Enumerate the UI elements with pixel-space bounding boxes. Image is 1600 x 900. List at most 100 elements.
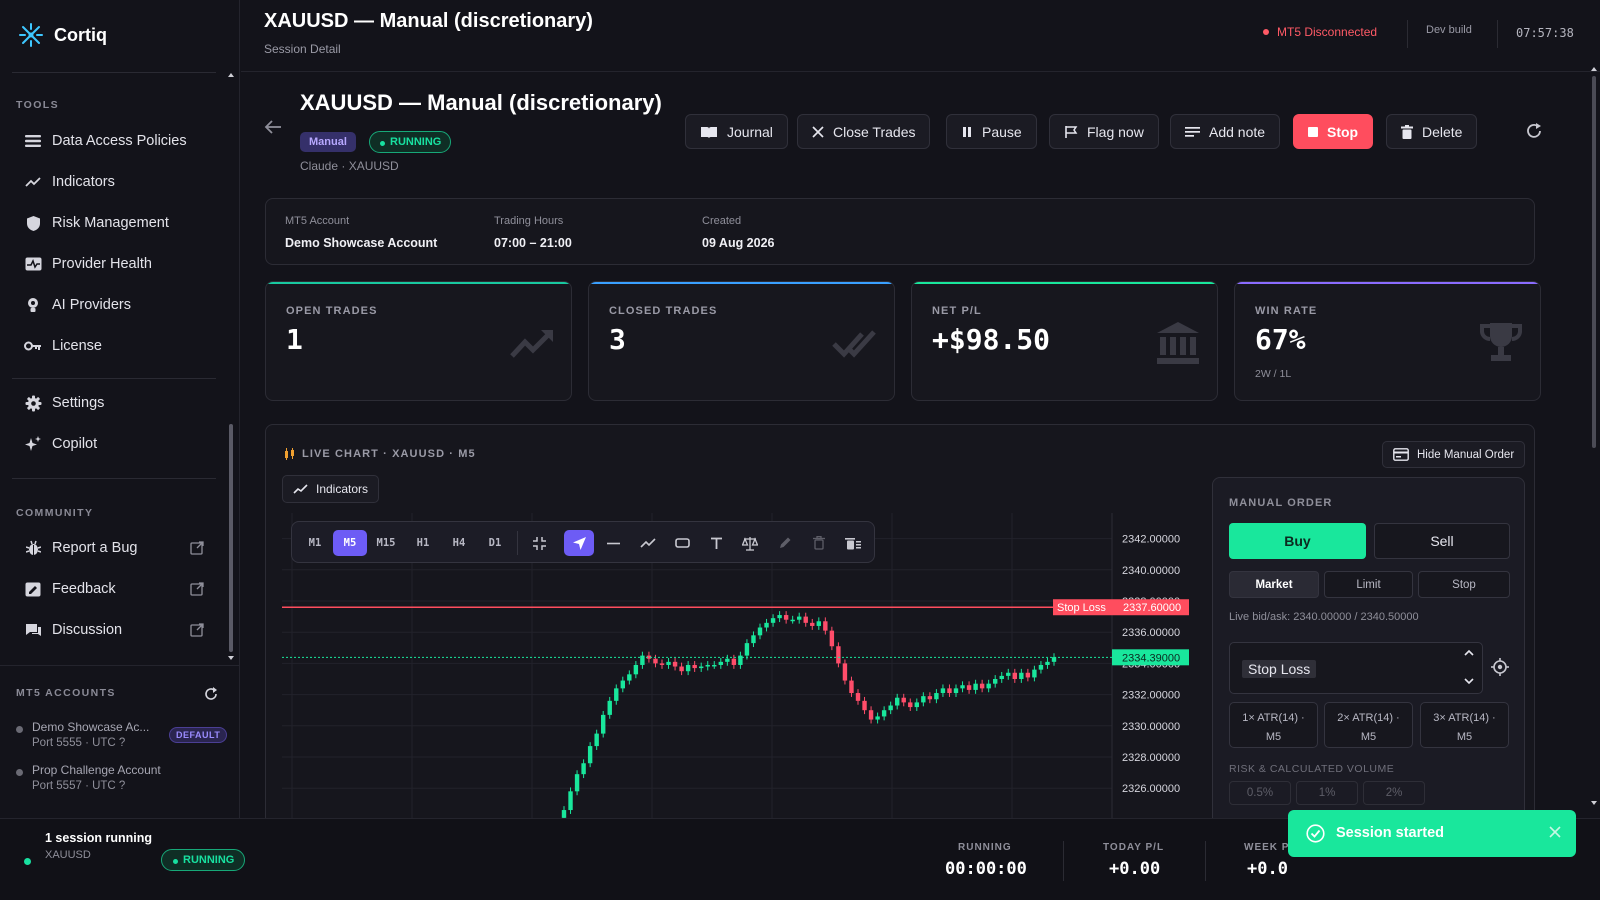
tf-h4-button[interactable]: H4 (442, 530, 476, 556)
trending-up-icon (510, 330, 553, 358)
clear-drawings-tool[interactable] (838, 530, 868, 556)
rectangle-tool[interactable] (667, 530, 697, 556)
sidebar-item-license[interactable]: License (24, 335, 102, 357)
sidebar-item-risk-management[interactable]: Risk Management (24, 212, 169, 234)
delete-drawing-tool[interactable] (804, 530, 834, 556)
trend-line-icon (640, 538, 656, 548)
delete-button[interactable]: Delete (1386, 114, 1478, 149)
horizontal-line-tool[interactable] (598, 530, 628, 556)
hide-manual-order-button[interactable]: Hide Manual Order (1382, 441, 1526, 468)
order-tab-market[interactable]: Market (1229, 571, 1319, 598)
risk-1-button[interactable]: 1% (1296, 781, 1358, 805)
sidebar-item-copilot[interactable]: Copilot (24, 433, 97, 455)
account-port: Port 5557 · UTC ? (32, 780, 126, 792)
tf-d1-button[interactable]: D1 (478, 530, 512, 556)
trend-line-tool[interactable] (633, 530, 663, 556)
trophy-icon (1480, 323, 1522, 361)
scrollbar-thumb[interactable] (229, 424, 233, 652)
chevron-up-icon[interactable] (1464, 649, 1474, 657)
candles-icon (285, 448, 294, 460)
journal-button[interactable]: Journal (685, 114, 788, 149)
chat-icon (24, 621, 42, 639)
external-link-icon[interactable] (190, 623, 204, 637)
candle-body (712, 664, 717, 667)
atr-2x-button[interactable]: 2× ATR(14) · M5 (1324, 702, 1413, 748)
scroll-down-icon[interactable] (1591, 800, 1597, 806)
live-chart-card: LIVE CHART · XAUUSD · M5 Indicators Hide… (265, 424, 1535, 818)
scrollbar-thumb[interactable] (1592, 76, 1596, 448)
cursor-arrow-icon (572, 536, 586, 550)
back-arrow-icon[interactable] (263, 117, 283, 137)
sidebar-item-report-a-bug[interactable]: Report a Bug (24, 537, 137, 559)
tf-m1-button[interactable]: M1 (298, 530, 332, 556)
external-link-icon[interactable] (190, 541, 204, 555)
buy-button[interactable]: Buy (1229, 523, 1366, 559)
risk-0-5-button[interactable]: 0.5% (1229, 781, 1291, 805)
divider (12, 478, 216, 479)
brand[interactable]: Cortiq (18, 22, 107, 48)
order-tab-stop[interactable]: Stop (1418, 571, 1510, 598)
tf-m15-button[interactable]: M15 (369, 530, 403, 556)
pause-button[interactable]: Pause (946, 114, 1037, 149)
chevron-down-icon[interactable] (1464, 677, 1474, 685)
sidebar-item-feedback[interactable]: Feedback (24, 578, 116, 600)
list-icon (24, 132, 42, 150)
sidebar-item-provider-health[interactable]: Provider Health (24, 253, 152, 275)
account-status-dot (16, 769, 23, 776)
stop-button[interactable]: Stop (1293, 114, 1374, 149)
account-name: Demo Showcase Ac... (32, 720, 150, 734)
cortiq-logo-icon (19, 23, 43, 47)
measure-tool[interactable] (735, 530, 765, 556)
scroll-up-icon[interactable] (228, 72, 234, 78)
scroll-up-icon[interactable] (1591, 66, 1597, 72)
atr-3x-button[interactable]: 3× ATR(14) · M5 (1420, 702, 1509, 748)
sidebar-item-ai-providers[interactable]: AI Providers (24, 294, 131, 316)
info-value: 09 Aug 2026 (702, 236, 775, 250)
sidebar-scrollbar[interactable] (228, 72, 234, 662)
refresh-icon[interactable] (1525, 122, 1543, 140)
flag-now-button[interactable]: Flag now (1049, 114, 1159, 149)
section-community: COMMUNITY (16, 507, 94, 519)
sidebar-item-data-access-policies[interactable]: Data Access Policies (24, 130, 187, 152)
sidebar-item-indicators[interactable]: Indicators (24, 171, 115, 193)
collapse-tool[interactable] (524, 530, 554, 556)
pencil-tool[interactable] (770, 530, 800, 556)
add-note-button[interactable]: Add note (1170, 114, 1281, 149)
text-tool[interactable] (701, 530, 731, 556)
candle-body (1012, 672, 1017, 679)
main-content: XAUUSD — Manual (discretionary) Manual R… (241, 73, 1593, 818)
tf-m5-button[interactable]: M5 (333, 530, 367, 556)
pause-icon (963, 126, 971, 137)
sessions-running[interactable]: 1 session running (45, 831, 152, 845)
atr-1x-button[interactable]: 1× ATR(14) · M5 (1229, 702, 1318, 748)
sell-button[interactable]: Sell (1374, 523, 1510, 559)
sidebar-item-label: Report a Bug (52, 540, 138, 556)
candle-body (568, 791, 573, 811)
refresh-accounts-icon[interactable] (204, 687, 218, 701)
close-icon[interactable] (1548, 825, 1562, 839)
sidebar-item-label: Risk Management (52, 215, 169, 231)
close-trades-button[interactable]: Close Trades (797, 114, 931, 149)
candle-body (574, 774, 580, 792)
order-tab-limit[interactable]: Limit (1324, 571, 1413, 598)
tf-h1-button[interactable]: H1 (406, 530, 440, 556)
pointer-tool[interactable] (564, 530, 594, 556)
double-check-icon (832, 330, 876, 358)
page-scrollbar[interactable] (1590, 62, 1598, 810)
candle-body (1032, 669, 1037, 678)
candle-body (855, 693, 861, 701)
stat-value: 67% (1255, 323, 1306, 356)
scroll-down-icon[interactable] (228, 655, 234, 661)
price-type-select[interactable]: Stop Loss (1229, 642, 1483, 694)
indicators-button[interactable]: Indicators (282, 475, 380, 503)
trash-icon (1401, 124, 1413, 139)
delete-label: Delete (1422, 123, 1463, 140)
crosshair-icon[interactable] (1491, 658, 1509, 676)
sidebar-item-discussion[interactable]: Discussion (24, 619, 122, 641)
divider (1497, 20, 1498, 48)
risk-2-button[interactable]: 2% (1363, 781, 1425, 805)
sidebar-item-settings[interactable]: Settings (24, 392, 104, 414)
candle-body (999, 675, 1004, 679)
external-link-icon[interactable] (190, 582, 204, 596)
sidebar-item-label: Copilot (52, 436, 98, 452)
